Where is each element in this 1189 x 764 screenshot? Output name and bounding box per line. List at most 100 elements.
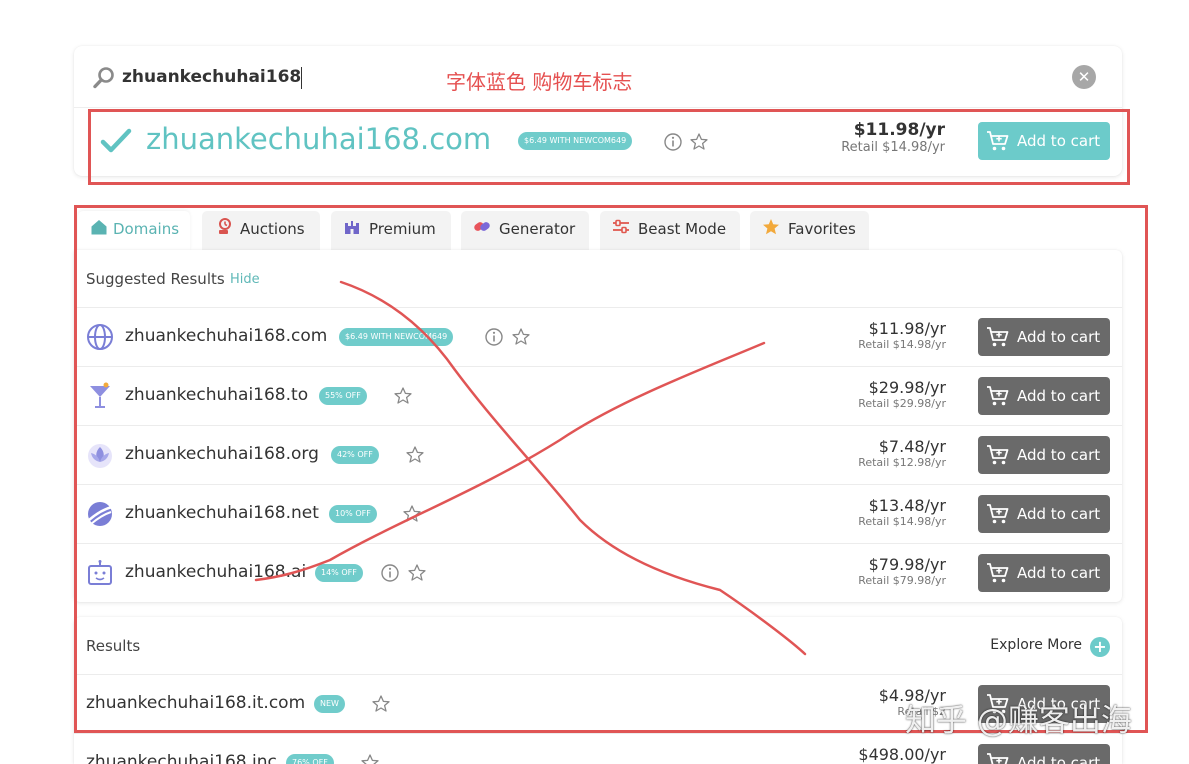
star-icon xyxy=(763,219,779,235)
cart-button-label: Add to cart xyxy=(1017,132,1101,150)
favorite-star-icon[interactable] xyxy=(689,132,709,152)
suggested-row: zhuankechuhai168.net 10% OFF $13.48/yr Reta… xyxy=(74,484,1122,543)
add-to-cart-button[interactable]: Add to cart xyxy=(978,436,1110,474)
add-to-cart-button[interactable]: Add to cart xyxy=(978,495,1110,533)
domain-name[interactable]: zhuankechuhai168.it.com xyxy=(86,693,305,713)
discount-badge: 42% OFF xyxy=(331,446,379,464)
cart-icon xyxy=(987,131,1009,151)
suggested-row: zhuankechuhai168.com $6.49 WITH NEWCOM649… xyxy=(74,307,1122,366)
planet-icon xyxy=(86,500,114,528)
check-icon xyxy=(100,128,132,153)
domain-name[interactable]: zhuankechuhai168.to xyxy=(125,385,308,405)
suggested-row: zhuankechuhai168.to 55% OFF $29.98/yr Retai… xyxy=(74,366,1122,425)
hide-link[interactable]: Hide xyxy=(230,272,260,287)
add-to-cart-button[interactable]: Add to cart xyxy=(978,744,1110,764)
domain-name[interactable]: zhuankechuhai168.inc xyxy=(86,752,277,764)
discount-badge: NEW xyxy=(314,695,345,713)
retail-price: Retail $14.98/yr xyxy=(858,515,946,528)
castle-icon xyxy=(345,221,359,234)
domain-name[interactable]: zhuankechuhai168.com xyxy=(125,326,327,346)
annotation-note: 字体蓝色 购物车标志 xyxy=(446,70,633,94)
tab-favorites[interactable]: Favorites xyxy=(750,211,869,251)
suggested-results-title: Suggested Results xyxy=(86,270,225,288)
tab-generator[interactable]: Generator xyxy=(461,211,589,251)
cart-button-label: Add to cart xyxy=(1017,564,1101,582)
home-icon xyxy=(91,220,107,235)
price: $11.98/yr xyxy=(868,319,946,338)
plus-icon[interactable]: + xyxy=(1090,637,1110,657)
cocktail-icon xyxy=(86,382,114,410)
tab-label: Favorites xyxy=(788,220,856,238)
featured-add-to-cart-button[interactable]: Add to cart xyxy=(978,122,1110,160)
suggested-results-panel: Suggested Results Hide zhuankechuhai168.… xyxy=(74,250,1122,602)
cart-button-label: Add to cart xyxy=(1017,387,1101,405)
add-to-cart-button[interactable]: Add to cart xyxy=(978,377,1110,415)
text-caret xyxy=(301,67,302,89)
price-block: $79.98/yr Retail $79.98/yr xyxy=(858,555,946,587)
favorite-star-icon[interactable] xyxy=(405,445,425,465)
price: $7.48/yr xyxy=(878,437,946,456)
featured-result: zhuankechuhai168.com $6.49 WITH NEWCOM64… xyxy=(74,108,1122,176)
retail-price: Retail $79.98/yr xyxy=(858,574,946,587)
tab-label: Generator xyxy=(499,220,576,238)
favorite-star-icon[interactable] xyxy=(393,386,413,406)
cart-button-label: Add to cart xyxy=(1017,446,1101,464)
domain-name[interactable]: zhuankechuhai168.org xyxy=(125,444,319,464)
results-title: Results xyxy=(86,637,141,655)
discount-badge: $6.49 WITH NEWCOM649 xyxy=(339,328,454,346)
favorite-star-icon[interactable] xyxy=(511,327,531,347)
suggested-row: zhuankechuhai168.org 42% OFF $7.48/yr Retai… xyxy=(74,425,1122,484)
tab-label: Domains xyxy=(113,220,180,238)
price-block: $7.48/yr Retail $12.98/yr xyxy=(858,437,946,469)
tab-label: Premium xyxy=(369,220,436,238)
robot-icon xyxy=(86,559,114,587)
tab-beast-mode[interactable]: Beast Mode xyxy=(600,211,740,251)
globe-icon xyxy=(86,323,114,351)
explore-more-link[interactable]: Explore More xyxy=(990,637,1082,653)
domain-name[interactable]: zhuankechuhai168.ai xyxy=(125,562,306,582)
search-card: 字体蓝色 购物车标志 ✕ zhuankechuhai168.com $6.49 … xyxy=(74,46,1122,176)
discount-badge: 14% OFF xyxy=(315,564,363,582)
add-to-cart-button[interactable]: Add to cart xyxy=(978,554,1110,592)
price-block: $29.98/yr Retail $29.98/yr xyxy=(858,378,946,410)
retail-price: Retail $29.98/yr xyxy=(858,397,946,410)
add-to-cart-button[interactable]: Add to cart xyxy=(978,318,1110,356)
search-row: 字体蓝色 购物车标志 ✕ xyxy=(74,46,1122,108)
price: $79.98/yr xyxy=(868,555,946,574)
price-block: $13.48/yr Retail $14.98/yr xyxy=(858,496,946,528)
tab-domains[interactable]: Domains xyxy=(78,211,190,251)
results-panel: Results Explore More + zhuankechuhai168.… xyxy=(74,617,1122,764)
info-icon[interactable] xyxy=(484,327,504,347)
clear-search-button[interactable]: ✕ xyxy=(1072,65,1096,89)
favorite-star-icon[interactable] xyxy=(360,753,380,764)
favorite-star-icon[interactable] xyxy=(407,563,427,583)
discount-badge: 76% OFF xyxy=(286,754,334,764)
cart-button-label: Add to cart xyxy=(1017,505,1101,523)
info-icon[interactable] xyxy=(663,132,683,152)
tab-label: Beast Mode xyxy=(638,220,727,238)
featured-price: $11.98/yr xyxy=(853,120,945,140)
watermark: 知乎 @赚客出海 xyxy=(905,703,1132,739)
featured-retail-price: Retail $14.98/yr xyxy=(841,140,945,155)
suggested-row: zhuankechuhai168.ai 14% OFF $79.98/yr Retai… xyxy=(74,543,1122,602)
generator-icon xyxy=(474,222,490,231)
cart-button-label: Add to cart xyxy=(1017,754,1101,764)
sliders-icon xyxy=(613,219,629,234)
featured-domain-name[interactable]: zhuankechuhai168.com xyxy=(146,122,491,156)
featured-price-block: $11.98/yr Retail $14.98/yr xyxy=(841,120,945,155)
tab-label: Auctions xyxy=(240,220,305,238)
tab-premium[interactable]: Premium xyxy=(331,211,451,251)
price: $498.00/yr xyxy=(858,745,946,764)
info-icon[interactable] xyxy=(380,563,400,583)
retail-price: Retail $14.98/yr xyxy=(858,338,946,351)
domain-name[interactable]: zhuankechuhai168.net xyxy=(125,503,319,523)
retail-price: Retail $12.98/yr xyxy=(858,456,946,469)
tab-auctions[interactable]: Auctions xyxy=(202,211,320,251)
cart-button-label: Add to cart xyxy=(1017,328,1101,346)
promo-badge: $6.49 WITH NEWCOM649 xyxy=(518,132,633,150)
favorite-star-icon[interactable] xyxy=(371,694,391,714)
price-block: $498.00/yr xyxy=(858,745,946,764)
discount-badge: 55% OFF xyxy=(319,387,367,405)
price: $13.48/yr xyxy=(868,496,946,515)
favorite-star-icon[interactable] xyxy=(402,504,422,524)
